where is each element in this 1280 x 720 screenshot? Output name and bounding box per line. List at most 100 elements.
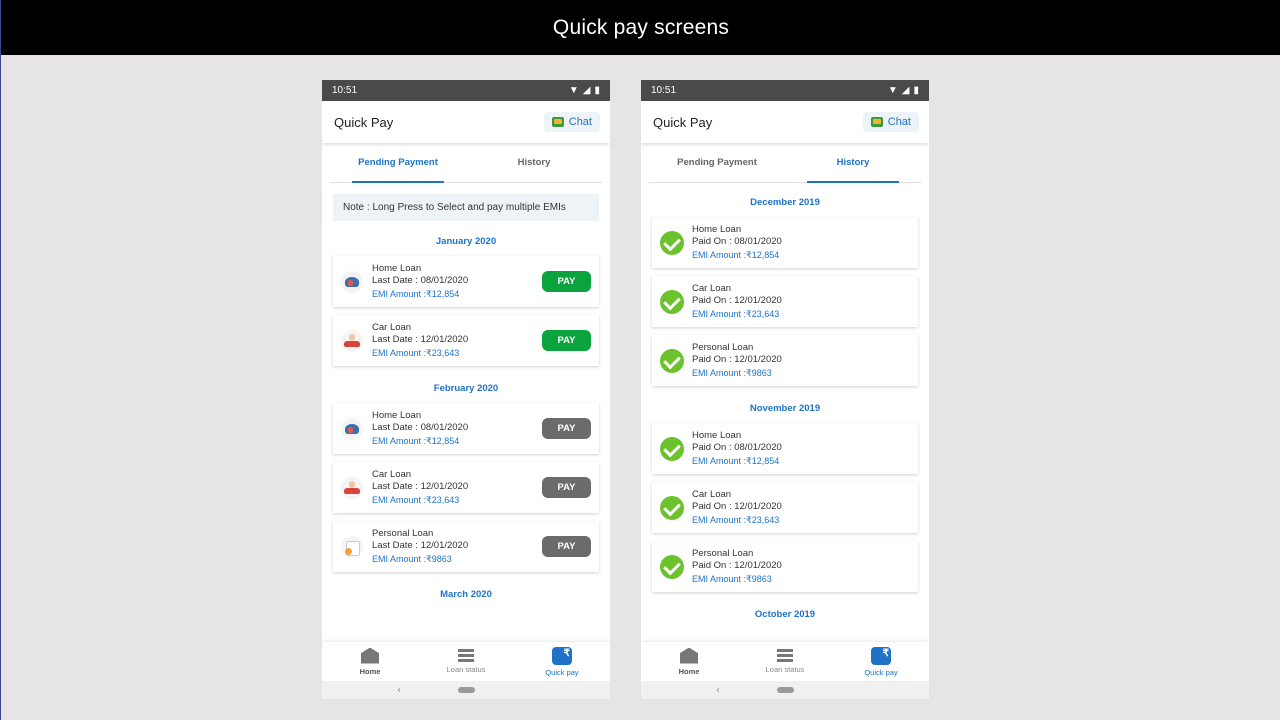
loan-amount: EMI Amount :₹9863 [692, 367, 772, 378]
loan-date: Last Date : 12/01/2020 [372, 481, 469, 493]
nav-loan-status[interactable]: Loan status [737, 642, 833, 681]
loan-date: Last Date : 12/01/2020 [372, 334, 469, 346]
status-bar: 10:51 ▼ ◢ ▮ [641, 80, 929, 101]
loan-amount: EMI Amount :₹23,643 [692, 308, 780, 319]
car-loan-icon [341, 476, 363, 499]
pay-button[interactable]: PAY [542, 418, 591, 439]
loan-details: Car Loan Last Date : 12/01/2020 EMI Amou… [372, 469, 542, 507]
tab-history[interactable]: History [785, 143, 921, 183]
loan-date: Paid On : 12/01/2020 [692, 560, 782, 572]
loan-details: Home Loan Paid On : 08/01/2020 EMI Amoun… [692, 224, 910, 262]
content-area: Pending Payment History December 2019 Ho… [641, 143, 929, 642]
month-header: December 2019 [750, 197, 820, 208]
home-loan-icon [341, 270, 363, 293]
loan-name: Home Loan [372, 262, 422, 274]
loan-details: Home Loan Last Date : 08/01/2020 EMI Amo… [372, 410, 542, 448]
loan-date: Paid On : 08/01/2020 [692, 236, 782, 248]
list-icon [458, 649, 474, 662]
check-icon [660, 495, 684, 520]
loan-amount: EMI Amount :₹23,643 [692, 514, 780, 525]
nav-quick-pay[interactable]: Quick pay [833, 642, 929, 681]
loan-amount: EMI Amount :₹23,643 [372, 494, 460, 505]
loan-amount: EMI Amount :₹23,643 [372, 347, 460, 358]
loan-date: Paid On : 12/01/2020 [692, 501, 782, 513]
loan-date: Paid On : 12/01/2020 [692, 295, 782, 307]
list-item[interactable]: Car Loan Paid On : 12/01/2020 EMI Amount… [652, 482, 918, 533]
nav-label: Loan status [765, 665, 805, 674]
quick-pay-icon [552, 646, 572, 665]
loan-name: Home Loan [372, 409, 422, 421]
page-title: Quick Pay [653, 114, 713, 130]
personal-loan-icon [341, 535, 363, 558]
tab-pending-payment[interactable]: Pending Payment [649, 143, 785, 182]
battery-icon: ▮ [594, 85, 600, 96]
page-title: Quick Pay [334, 114, 394, 130]
pay-button[interactable]: PAY [542, 477, 591, 498]
loan-name: Car Loan [692, 282, 732, 294]
list-item[interactable]: Car Loan Last Date : 12/01/2020 EMI Amou… [333, 462, 599, 513]
list-item[interactable]: Car Loan Last Date : 12/01/2020 EMI Amou… [333, 315, 599, 366]
list-item[interactable]: Home Loan Last Date : 08/01/2020 EMI Amo… [333, 403, 599, 454]
list-item[interactable]: Personal Loan Paid On : 12/01/2020 EMI A… [652, 335, 918, 386]
loan-date: Paid On : 08/01/2020 [692, 442, 782, 454]
tab-history[interactable]: History [466, 143, 602, 182]
home-pill-icon[interactable] [457, 687, 475, 693]
bottom-nav: Home Loan status Quick pay [322, 642, 610, 681]
app-bar: Quick Pay Chat [641, 101, 929, 143]
battery-icon: ▮ [913, 85, 919, 96]
quick-pay-icon [871, 646, 891, 665]
loan-date: Last Date : 12/01/2020 [372, 540, 469, 552]
loan-details: Personal Loan Paid On : 12/01/2020 EMI A… [692, 548, 910, 586]
home-pill-icon[interactable] [776, 687, 794, 693]
loan-name: Car Loan [692, 488, 732, 500]
list-item[interactable]: Home Loan Paid On : 08/01/2020 EMI Amoun… [652, 217, 918, 268]
loan-name: Car Loan [372, 468, 412, 480]
pay-button[interactable]: PAY [542, 330, 591, 351]
chat-button[interactable]: Chat [543, 112, 600, 132]
list-item[interactable]: Personal Loan Paid On : 12/01/2020 EMI A… [652, 541, 918, 592]
loan-name: Personal Loan [692, 341, 754, 353]
loan-amount: EMI Amount :₹12,854 [692, 249, 780, 260]
phone-history: 10:51 ▼ ◢ ▮ Quick Pay Chat Pending Payme… [641, 80, 929, 699]
loan-amount: EMI Amount :₹12,854 [372, 435, 460, 446]
loan-date: Last Date : 08/01/2020 [372, 275, 469, 287]
nav-home[interactable]: Home [641, 642, 737, 681]
pay-button[interactable]: PAY [542, 271, 591, 292]
loan-name: Personal Loan [692, 547, 754, 559]
loan-amount: EMI Amount :₹12,854 [372, 288, 460, 299]
home-icon [680, 647, 698, 664]
list-item[interactable]: Personal Loan Last Date : 12/01/2020 EMI… [333, 521, 599, 572]
nav-home[interactable]: Home [322, 642, 418, 681]
status-time: 10:51 [332, 85, 358, 96]
month-header: January 2020 [435, 236, 497, 247]
loan-date: Last Date : 08/01/2020 [372, 422, 469, 434]
list-item[interactable]: Home Loan Last Date : 08/01/2020 EMI Amo… [333, 256, 599, 307]
status-icons: ▼ ◢ ▮ [888, 85, 919, 96]
chat-label: Chat [568, 116, 592, 128]
loan-details: Home Loan Paid On : 08/01/2020 EMI Amoun… [692, 430, 910, 468]
back-icon[interactable]: ‹ [397, 685, 401, 696]
chat-button[interactable]: Chat [862, 112, 919, 132]
tab-bar: Pending Payment History [330, 143, 602, 183]
loan-details: Personal Loan Last Date : 12/01/2020 EMI… [372, 528, 542, 566]
check-icon [660, 436, 684, 461]
wifi-icon: ▼ [887, 85, 898, 96]
loan-details: Car Loan Paid On : 12/01/2020 EMI Amount… [692, 489, 910, 527]
check-icon [660, 289, 684, 314]
chat-label: Chat [887, 116, 911, 128]
list-item[interactable]: Car Loan Paid On : 12/01/2020 EMI Amount… [652, 276, 918, 327]
nav-label: Quick pay [545, 667, 579, 677]
bottom-nav: Home Loan status Quick pay [641, 642, 929, 681]
loan-amount: EMI Amount :₹9863 [692, 573, 772, 584]
wifi-icon: ▼ [568, 85, 579, 96]
check-icon [660, 554, 684, 579]
pay-button[interactable]: PAY [542, 536, 591, 557]
list-item[interactable]: Home Loan Paid On : 08/01/2020 EMI Amoun… [652, 423, 918, 474]
nav-loan-status[interactable]: Loan status [418, 642, 514, 681]
month-header: November 2019 [749, 403, 821, 414]
back-icon[interactable]: ‹ [716, 685, 720, 696]
tab-pending-payment[interactable]: Pending Payment [330, 143, 466, 183]
system-nav-bar: ‹ [322, 681, 610, 699]
nav-quick-pay[interactable]: Quick pay [514, 642, 610, 681]
loan-date: Paid On : 12/01/2020 [692, 354, 782, 366]
